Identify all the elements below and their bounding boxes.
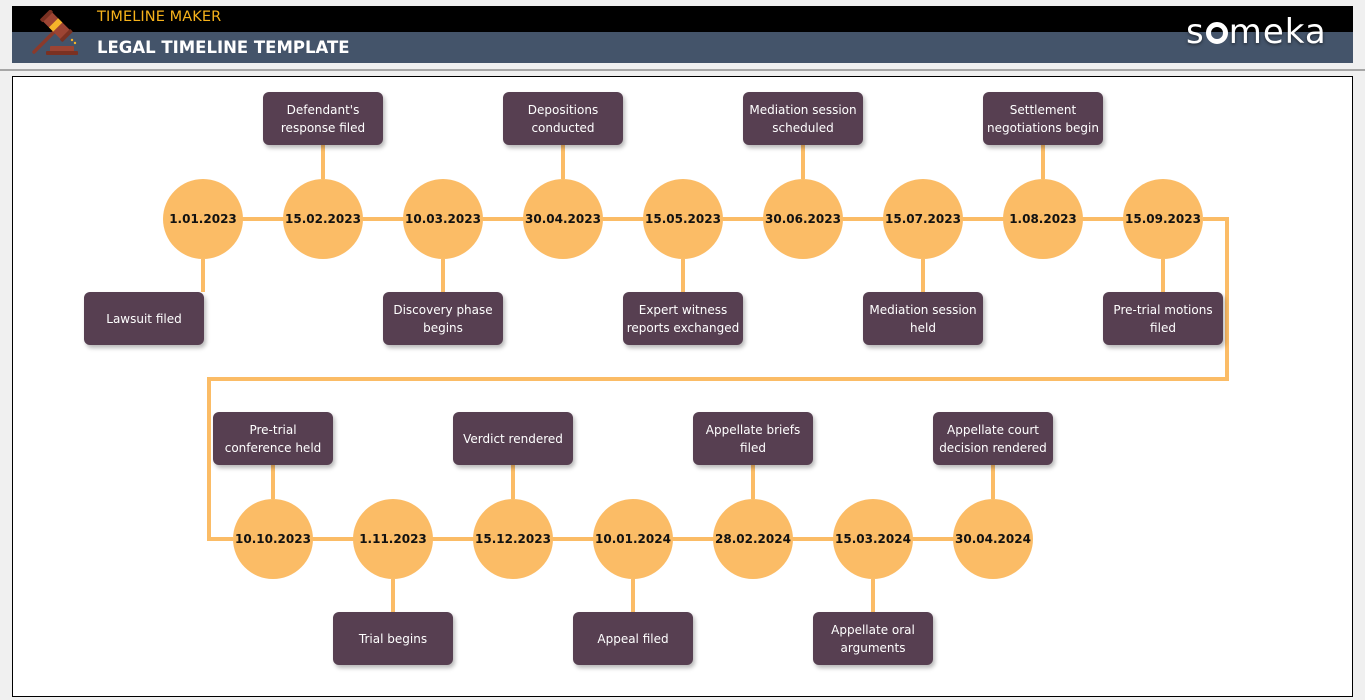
date-circle: 15.02.2023 [283, 179, 363, 259]
date-circle: 1.11.2023 [353, 499, 433, 579]
event-label-box: Discovery phase begins [383, 292, 503, 345]
event-label-box: Appellate oral arguments [813, 612, 933, 665]
date-circle: 10.01.2024 [593, 499, 673, 579]
event-label-box: Lawsuit filed [84, 292, 204, 345]
date-circle: 10.10.2023 [233, 499, 313, 579]
event-label-box: Mediation session held [863, 292, 983, 345]
event-label-box: Mediation session scheduled [743, 92, 863, 145]
date-circle: 15.09.2023 [1123, 179, 1203, 259]
event-label-box: Appellate briefs filed [693, 412, 813, 465]
event-label-box: Appellate court decision rendered [933, 412, 1053, 465]
event-label-box: Appeal filed [573, 612, 693, 665]
timeline-connectors [201, 145, 1229, 612]
event-label-box: Settlement negotiations begin [983, 92, 1103, 145]
event-label-box: Verdict rendered [453, 412, 573, 465]
date-circle: 15.07.2023 [883, 179, 963, 259]
event-label-box: Expert witness reports exchanged [623, 292, 743, 345]
date-circle: 15.05.2023 [643, 179, 723, 259]
date-circle: 10.03.2023 [403, 179, 483, 259]
event-label-box: Depositions conducted [503, 92, 623, 145]
date-circle: 28.02.2024 [713, 499, 793, 579]
date-circle: 30.06.2023 [763, 179, 843, 259]
date-circle: 15.12.2023 [473, 499, 553, 579]
event-label-box: Pre-trial conference held [213, 412, 333, 465]
event-label-box: Trial begins [333, 612, 453, 665]
date-circle: 30.04.2024 [953, 499, 1033, 579]
date-circle: 15.03.2024 [833, 499, 913, 579]
date-circle: 1.08.2023 [1003, 179, 1083, 259]
event-label-box: Pre-trial motions filed [1103, 292, 1223, 345]
date-circle: 1.01.2023 [163, 179, 243, 259]
event-label-box: Defendant's response filed [263, 92, 383, 145]
date-circle: 30.04.2023 [523, 179, 603, 259]
